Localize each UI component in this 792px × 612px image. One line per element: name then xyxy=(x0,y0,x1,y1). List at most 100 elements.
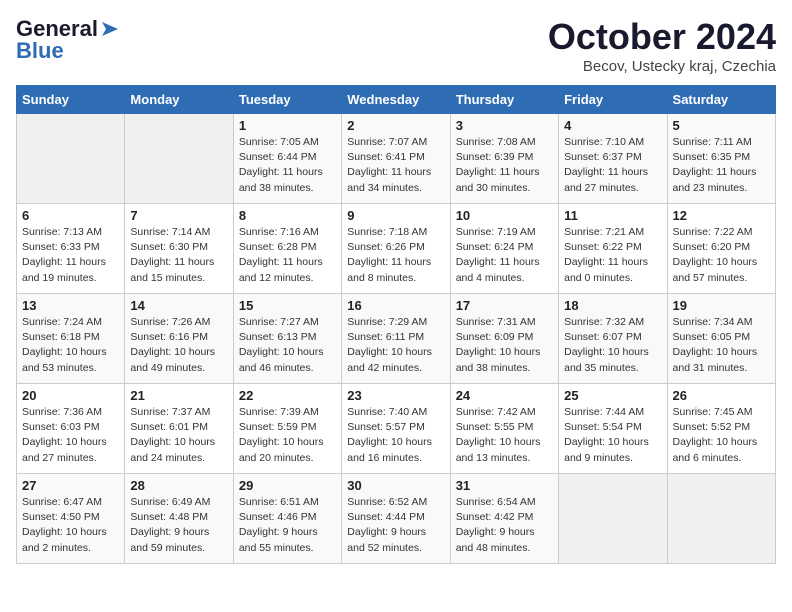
day-cell: 6Sunrise: 7:13 AM Sunset: 6:33 PM Daylig… xyxy=(17,204,125,294)
day-info: Sunrise: 7:07 AM Sunset: 6:41 PM Dayligh… xyxy=(347,135,444,196)
day-cell: 29Sunrise: 6:51 AM Sunset: 4:46 PM Dayli… xyxy=(233,474,341,564)
day-number: 8 xyxy=(239,208,336,223)
day-number: 11 xyxy=(564,208,661,223)
week-row-3: 13Sunrise: 7:24 AM Sunset: 6:18 PM Dayli… xyxy=(17,294,776,384)
day-info: Sunrise: 7:10 AM Sunset: 6:37 PM Dayligh… xyxy=(564,135,661,196)
day-info: Sunrise: 6:47 AM Sunset: 4:50 PM Dayligh… xyxy=(22,495,119,556)
calendar-table: SundayMondayTuesdayWednesdayThursdayFrid… xyxy=(16,85,776,564)
day-info: Sunrise: 7:19 AM Sunset: 6:24 PM Dayligh… xyxy=(456,225,553,286)
day-number: 2 xyxy=(347,118,444,133)
day-number: 17 xyxy=(456,298,553,313)
col-saturday: Saturday xyxy=(667,86,775,114)
day-cell: 26 Sunrise: 7:45 AM Sunset: 5:52 PM Dayli… xyxy=(667,384,775,474)
day-number: 15 xyxy=(239,298,336,313)
calendar-title: October 2024 xyxy=(548,16,776,58)
day-info: Sunrise: 7:44 AM Sunset: 5:54 PM Dayligh… xyxy=(564,405,661,466)
day-info: Sunrise: 7:36 AM Sunset: 6:03 PM Dayligh… xyxy=(22,405,119,466)
day-number: 18 xyxy=(564,298,661,313)
day-cell: 27Sunrise: 6:47 AM Sunset: 4:50 PM Dayli… xyxy=(17,474,125,564)
day-cell: 4Sunrise: 7:10 AM Sunset: 6:37 PM Daylig… xyxy=(559,114,667,204)
day-number: 12 xyxy=(673,208,770,223)
day-info: Sunrise: 6:54 AM Sunset: 4:42 PM Dayligh… xyxy=(456,495,553,556)
day-info: Sunrise: 7:39 AM Sunset: 5:59 PM Dayligh… xyxy=(239,405,336,466)
day-number: 1 xyxy=(239,118,336,133)
day-info: Sunrise: 7:24 AM Sunset: 6:18 PM Dayligh… xyxy=(22,315,119,376)
day-number: 9 xyxy=(347,208,444,223)
day-info: Sunrise: 7:11 AM Sunset: 6:35 PM Dayligh… xyxy=(673,135,770,196)
header-row: SundayMondayTuesdayWednesdayThursdayFrid… xyxy=(17,86,776,114)
day-cell xyxy=(17,114,125,204)
day-cell xyxy=(559,474,667,564)
day-cell: 1 Sunrise: 7:05 AM Sunset: 6:44 PM Daylig… xyxy=(233,114,341,204)
logo-blue: Blue xyxy=(16,38,64,64)
day-cell: 23 Sunrise: 7:40 AM Sunset: 5:57 PM Dayli… xyxy=(342,384,450,474)
day-cell: 15 Sunrise: 7:27 AM Sunset: 6:13 PM Dayli… xyxy=(233,294,341,384)
week-row-4: 20 Sunrise: 7:36 AM Sunset: 6:03 PM Dayli… xyxy=(17,384,776,474)
day-info: Sunrise: 7:32 AM Sunset: 6:07 PM Dayligh… xyxy=(564,315,661,376)
title-block: October 2024 Becov, Ustecky kraj, Czechi… xyxy=(548,16,776,75)
day-cell: 16 Sunrise: 7:29 AM Sunset: 6:11 PM Dayli… xyxy=(342,294,450,384)
day-cell: 20 Sunrise: 7:36 AM Sunset: 6:03 PM Dayli… xyxy=(17,384,125,474)
day-number: 10 xyxy=(456,208,553,223)
day-number: 30 xyxy=(347,478,444,493)
day-cell: 17 Sunrise: 7:31 AM Sunset: 6:09 PM Dayli… xyxy=(450,294,558,384)
day-info: Sunrise: 7:16 AM Sunset: 6:28 PM Dayligh… xyxy=(239,225,336,286)
col-tuesday: Tuesday xyxy=(233,86,341,114)
day-number: 29 xyxy=(239,478,336,493)
day-cell: 2 Sunrise: 7:07 AM Sunset: 6:41 PM Daylig… xyxy=(342,114,450,204)
day-info: Sunrise: 7:05 AM Sunset: 6:44 PM Dayligh… xyxy=(239,135,336,196)
day-number: 16 xyxy=(347,298,444,313)
col-friday: Friday xyxy=(559,86,667,114)
day-cell: 31 Sunrise: 6:54 AM Sunset: 4:42 PM Dayli… xyxy=(450,474,558,564)
day-cell: 24 Sunrise: 7:42 AM Sunset: 5:55 PM Dayli… xyxy=(450,384,558,474)
day-number: 20 xyxy=(22,388,119,403)
day-info: Sunrise: 7:42 AM Sunset: 5:55 PM Dayligh… xyxy=(456,405,553,466)
col-wednesday: Wednesday xyxy=(342,86,450,114)
day-cell xyxy=(667,474,775,564)
day-number: 23 xyxy=(347,388,444,403)
week-row-1: 1 Sunrise: 7:05 AM Sunset: 6:44 PM Daylig… xyxy=(17,114,776,204)
day-number: 26 xyxy=(673,388,770,403)
day-cell: 10 Sunrise: 7:19 AM Sunset: 6:24 PM Dayli… xyxy=(450,204,558,294)
day-cell: 14Sunrise: 7:26 AM Sunset: 6:16 PM Dayli… xyxy=(125,294,233,384)
day-info: Sunrise: 7:13 AM Sunset: 6:33 PM Dayligh… xyxy=(22,225,119,286)
day-cell: 11 Sunrise: 7:21 AM Sunset: 6:22 PM Dayli… xyxy=(559,204,667,294)
day-info: Sunrise: 7:27 AM Sunset: 6:13 PM Dayligh… xyxy=(239,315,336,376)
day-info: Sunrise: 7:22 AM Sunset: 6:20 PM Dayligh… xyxy=(673,225,770,286)
day-cell: 18 Sunrise: 7:32 AM Sunset: 6:07 PM Dayli… xyxy=(559,294,667,384)
day-cell: 7Sunrise: 7:14 AM Sunset: 6:30 PM Daylig… xyxy=(125,204,233,294)
logo-arrow-icon xyxy=(98,20,120,38)
day-cell: 12 Sunrise: 7:22 AM Sunset: 6:20 PM Dayli… xyxy=(667,204,775,294)
day-info: Sunrise: 7:08 AM Sunset: 6:39 PM Dayligh… xyxy=(456,135,553,196)
day-cell: 21 Sunrise: 7:37 AM Sunset: 6:01 PM Dayli… xyxy=(125,384,233,474)
col-monday: Monday xyxy=(125,86,233,114)
day-cell: 8 Sunrise: 7:16 AM Sunset: 6:28 PM Daylig… xyxy=(233,204,341,294)
day-number: 24 xyxy=(456,388,553,403)
day-info: Sunrise: 7:21 AM Sunset: 6:22 PM Dayligh… xyxy=(564,225,661,286)
day-number: 31 xyxy=(456,478,553,493)
day-number: 19 xyxy=(673,298,770,313)
day-number: 22 xyxy=(239,388,336,403)
day-cell xyxy=(125,114,233,204)
day-info: Sunrise: 7:14 AM Sunset: 6:30 PM Dayligh… xyxy=(130,225,227,286)
day-number: 28 xyxy=(130,478,227,493)
day-number: 14 xyxy=(130,298,227,313)
day-info: Sunrise: 7:40 AM Sunset: 5:57 PM Dayligh… xyxy=(347,405,444,466)
day-info: Sunrise: 7:45 AM Sunset: 5:52 PM Dayligh… xyxy=(673,405,770,466)
day-info: Sunrise: 7:31 AM Sunset: 6:09 PM Dayligh… xyxy=(456,315,553,376)
day-number: 21 xyxy=(130,388,227,403)
day-number: 25 xyxy=(564,388,661,403)
day-cell: 25 Sunrise: 7:44 AM Sunset: 5:54 PM Dayli… xyxy=(559,384,667,474)
logo: General Blue xyxy=(16,16,120,64)
day-info: Sunrise: 7:34 AM Sunset: 6:05 PM Dayligh… xyxy=(673,315,770,376)
day-number: 5 xyxy=(673,118,770,133)
day-info: Sunrise: 7:18 AM Sunset: 6:26 PM Dayligh… xyxy=(347,225,444,286)
day-info: Sunrise: 7:29 AM Sunset: 6:11 PM Dayligh… xyxy=(347,315,444,376)
day-cell: 3Sunrise: 7:08 AM Sunset: 6:39 PM Daylig… xyxy=(450,114,558,204)
day-info: Sunrise: 6:49 AM Sunset: 4:48 PM Dayligh… xyxy=(130,495,227,556)
col-sunday: Sunday xyxy=(17,86,125,114)
week-row-5: 27Sunrise: 6:47 AM Sunset: 4:50 PM Dayli… xyxy=(17,474,776,564)
day-cell: 13Sunrise: 7:24 AM Sunset: 6:18 PM Dayli… xyxy=(17,294,125,384)
day-cell: 5 Sunrise: 7:11 AM Sunset: 6:35 PM Daylig… xyxy=(667,114,775,204)
day-info: Sunrise: 7:37 AM Sunset: 6:01 PM Dayligh… xyxy=(130,405,227,466)
